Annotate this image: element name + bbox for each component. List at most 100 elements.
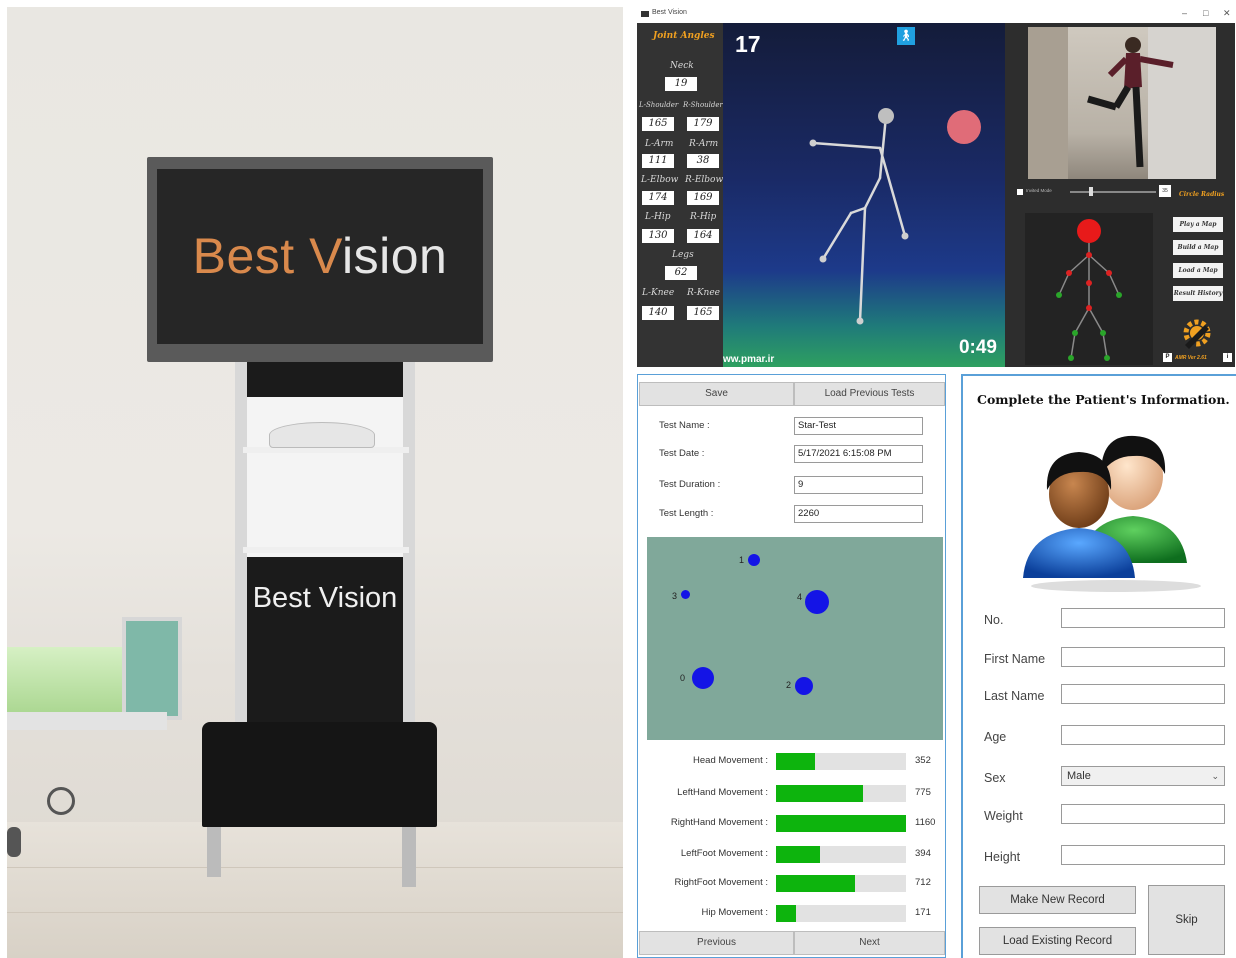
test-name-field[interactable]: Star-Test <box>794 417 923 435</box>
next-button[interactable]: Next <box>794 931 945 955</box>
play-a-map-button[interactable]: Play a Map <box>1173 217 1223 232</box>
target-circle <box>947 110 981 144</box>
timer: 0:49 <box>958 337 997 358</box>
gear-icon <box>1183 319 1211 349</box>
l-shoulder-value: 165 <box>642 117 674 131</box>
bed-headboard <box>122 617 182 720</box>
movement-progress-bar <box>776 785 906 802</box>
app-window: Best Vision – □ ✕ Joint Angles Neck 19 L… <box>637 7 1235 367</box>
target-dot <box>681 590 690 599</box>
info-button[interactable]: i <box>1223 353 1232 362</box>
result-history-button[interactable]: Result History <box>1173 286 1223 301</box>
target-map: 1 3 4 0 2 <box>647 537 943 740</box>
age-field[interactable] <box>1061 725 1225 745</box>
patient-info-panel: Complete the Patient's Information. No. … <box>961 374 1236 958</box>
floor <box>7 822 623 958</box>
movement-label: Hip Movement : <box>701 907 768 918</box>
monitor-brand-text: Best Vision <box>192 228 448 284</box>
stand-leg <box>402 827 416 887</box>
no-field[interactable] <box>1061 608 1225 628</box>
first-name-field[interactable] <box>1061 647 1225 667</box>
minimize-button[interactable]: – <box>1182 8 1187 18</box>
target-dot <box>795 677 813 695</box>
test-results-panel: Save Load Previous Tests Test Name : Sta… <box>637 374 946 958</box>
control-panel: Invited Mode 35 Circle Radius Play a Map… <box>1005 23 1235 367</box>
test-date-field[interactable]: 5/17/2021 6:15:08 PM <box>794 445 923 463</box>
l-hip-value: 130 <box>642 229 674 243</box>
last-name-field[interactable] <box>1061 684 1225 704</box>
game-scene: 17 🚶︎ ww.pmar.ir 0:49 <box>723 23 1005 367</box>
movement-progress-fill <box>776 875 856 892</box>
r-arm-label: R-Arm <box>689 139 719 149</box>
movement-label: LeftFoot Movement : <box>680 848 768 859</box>
test-duration-label: Test Duration : <box>659 479 721 490</box>
weight-field[interactable] <box>1061 804 1225 824</box>
movement-progress-fill <box>776 905 796 922</box>
test-duration-field[interactable]: 9 <box>794 476 923 494</box>
stand-shelf-area <box>247 397 403 557</box>
r-hip-label: R-Hip <box>690 212 717 222</box>
previous-button[interactable]: Previous <box>639 931 794 955</box>
window-titlebar: Best Vision – □ ✕ <box>637 7 1235 23</box>
kinect-sensor <box>269 422 375 448</box>
target-dot <box>692 667 714 689</box>
l-elbow-value: 174 <box>642 191 674 205</box>
radius-slider-thumb[interactable] <box>1089 187 1093 196</box>
legs-value: 62 <box>665 266 697 280</box>
age-label: Age <box>984 730 1007 744</box>
website-text: ww.pmar.ir <box>723 354 775 365</box>
first-name-label: First Name <box>984 652 1046 666</box>
l-arm-label: L-Arm <box>645 139 674 149</box>
r-shoulder-label: R-Shoulder <box>683 101 723 109</box>
test-length-field[interactable]: 2260 <box>794 505 923 523</box>
target-dot <box>748 554 760 566</box>
movement-value: 394 <box>915 848 931 859</box>
movement-label: RightHand Movement : <box>670 817 768 828</box>
l-knee-value: 140 <box>642 306 674 320</box>
test-length-label: Test Length : <box>659 508 714 519</box>
floor-tile-line <box>7 912 623 913</box>
movement-progress-fill <box>776 815 906 832</box>
r-hip-value: 164 <box>687 229 719 243</box>
r-knee-value: 165 <box>687 306 719 320</box>
movement-value: 712 <box>915 877 931 888</box>
movement-progress-fill <box>776 753 815 770</box>
test-name-label: Test Name : <box>659 420 710 431</box>
skeleton-diagram <box>1056 219 1122 361</box>
make-new-record-button[interactable]: Make New Record <box>979 886 1136 914</box>
maximize-button[interactable]: □ <box>1203 8 1208 18</box>
movement-value: 171 <box>915 907 931 918</box>
p-button[interactable]: P <box>1163 353 1172 362</box>
sex-selected-value: Male <box>1067 770 1091 782</box>
load-existing-record-button[interactable]: Load Existing Record <box>979 927 1136 955</box>
camera-view <box>1028 27 1216 179</box>
no-label: No. <box>984 613 1004 627</box>
target-label: 1 <box>739 555 745 565</box>
save-button[interactable]: Save <box>639 382 794 406</box>
stand-leg <box>207 827 221 877</box>
movement-progress-bar <box>776 905 906 922</box>
movement-progress-bar <box>776 846 906 863</box>
movement-label: RightFoot Movement : <box>674 877 768 888</box>
height-field[interactable] <box>1061 845 1225 865</box>
neck-label: Neck <box>670 61 694 71</box>
version-label: AMR Ver 2.61 <box>1175 355 1207 361</box>
movement-label: Head Movement : <box>693 755 768 766</box>
load-a-map-button[interactable]: Load a Map <box>1173 263 1223 278</box>
legs-label: Legs <box>672 250 694 260</box>
users-icon <box>1023 435 1201 592</box>
stand-base-cabinet <box>202 722 437 827</box>
load-previous-tests-button[interactable]: Load Previous Tests <box>794 382 945 406</box>
sex-label: Sex <box>984 771 1006 785</box>
movement-progress-bar <box>776 875 906 892</box>
build-a-map-button[interactable]: Build a Map <box>1173 240 1223 255</box>
invited-mode-checkbox[interactable] <box>1017 189 1023 195</box>
target-label: 0 <box>680 673 686 683</box>
target-dot <box>805 590 829 614</box>
radius-slider-track[interactable] <box>1070 191 1156 193</box>
skip-button[interactable]: Skip <box>1148 885 1225 955</box>
stand-shelf <box>243 547 409 553</box>
close-button[interactable]: ✕ <box>1223 8 1231 19</box>
app-icon <box>641 11 649 17</box>
sex-select[interactable]: Male ⌄ <box>1061 766 1225 786</box>
